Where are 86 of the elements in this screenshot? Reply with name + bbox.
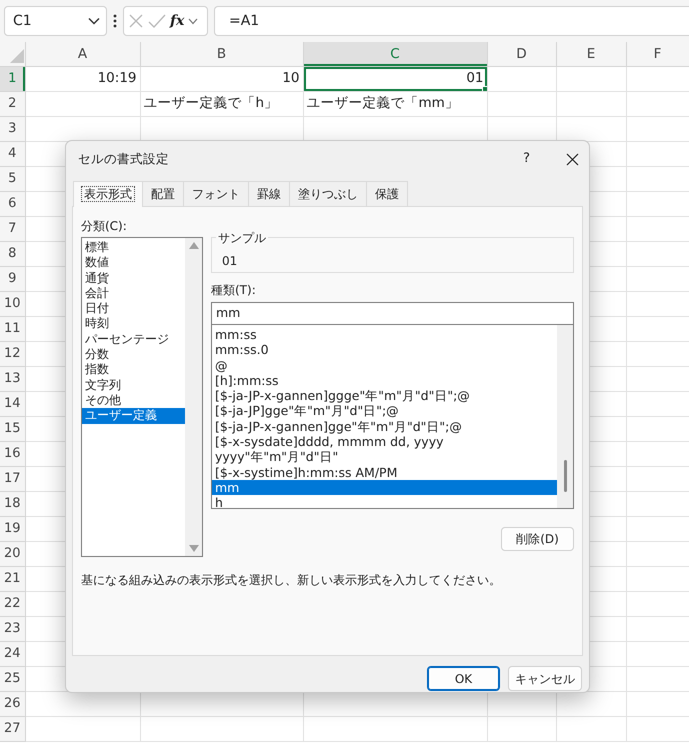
close-icon[interactable] xyxy=(566,152,579,166)
format-item[interactable]: mm:ss xyxy=(212,327,557,342)
scroll-down-icon[interactable] xyxy=(188,545,198,552)
row-header[interactable]: 7 xyxy=(0,216,25,241)
row-header[interactable]: 6 xyxy=(0,191,25,216)
format-item[interactable]: [$-ja-JP-x-gannen]gge"年"m"月"d"日";@ xyxy=(212,418,557,434)
name-box[interactable]: C1 xyxy=(4,6,107,36)
row-header[interactable]: 18 xyxy=(0,491,25,516)
category-item[interactable]: 文字列 xyxy=(82,378,185,393)
column-header[interactable]: D xyxy=(487,42,556,66)
row-header[interactable]: 15 xyxy=(0,416,25,441)
chevron-down-icon[interactable] xyxy=(88,17,100,25)
row-header[interactable]: 14 xyxy=(0,391,25,416)
row-header[interactable]: 12 xyxy=(0,341,25,366)
row-header[interactable]: 16 xyxy=(0,441,25,466)
active-cell[interactable]: 01 xyxy=(303,66,487,91)
checkmark-icon[interactable] xyxy=(148,13,166,29)
column-header[interactable]: A xyxy=(25,42,140,66)
column-header[interactable]: E xyxy=(556,42,626,66)
category-item[interactable]: 日付 xyxy=(82,301,185,316)
type-label: 種類(T): xyxy=(211,282,257,299)
scroll-up-icon[interactable] xyxy=(188,242,198,249)
formula-field[interactable]: =A1 xyxy=(214,6,689,36)
format-item[interactable]: mm xyxy=(212,480,557,496)
sample-value: 01 xyxy=(222,254,238,268)
category-item[interactable]: パーセンテージ xyxy=(82,332,185,348)
column-header[interactable]: C xyxy=(303,42,487,66)
insert-function-button[interactable]: fx xyxy=(170,10,184,32)
category-item[interactable]: ユーザー定義 xyxy=(82,408,185,424)
format-item[interactable]: [$-ja-JP-x-gannen]ggge"年"m"月"d"日";@ xyxy=(212,388,557,404)
category-label: 分類(C): xyxy=(81,218,128,235)
category-item[interactable]: 時刻 xyxy=(82,316,185,332)
row-header[interactable]: 17 xyxy=(0,466,25,491)
row-header[interactable]: 25 xyxy=(0,666,25,691)
category-item[interactable]: 会計 xyxy=(82,286,185,302)
format-item[interactable]: yyyy"年"m"月"d"日" xyxy=(212,449,557,465)
row-header[interactable]: 3 xyxy=(0,116,25,141)
row-header[interactable]: 10 xyxy=(0,291,25,316)
format-item[interactable]: @ xyxy=(212,358,557,373)
description-text: 基になる組み込みの表示形式を選択し、新しい表示形式を入力してください。 xyxy=(81,572,502,589)
row-header[interactable]: 19 xyxy=(0,516,25,541)
format-item[interactable]: h xyxy=(212,495,557,508)
help-button[interactable]: ? xyxy=(523,149,530,169)
column-header[interactable]: B xyxy=(140,42,303,66)
ok-button[interactable]: OK xyxy=(427,666,500,691)
format-item[interactable]: [h]:mm:ss xyxy=(212,372,557,388)
row-header[interactable]: 26 xyxy=(0,691,25,716)
category-item[interactable]: 通貨 xyxy=(82,270,185,286)
format-item[interactable]: [$-x-systime]h:mm:ss AM/PM xyxy=(212,464,557,480)
row-header[interactable]: 9 xyxy=(0,266,25,291)
row-header[interactable]: 22 xyxy=(0,591,25,616)
grid-cell[interactable]: ユーザー定義で「h」 xyxy=(140,91,303,116)
row-header[interactable]: 5 xyxy=(0,166,25,191)
category-item[interactable]: 指数 xyxy=(82,362,185,378)
grid-cell[interactable]: 10 xyxy=(140,66,303,91)
scrollbar-thumb[interactable] xyxy=(564,460,566,492)
row-header[interactable]: 21 xyxy=(0,566,25,591)
cancel-icon[interactable] xyxy=(128,13,144,29)
row-header[interactable]: 27 xyxy=(0,716,25,741)
format-item[interactable]: [$-x-sysdate]dddd, mmmm dd, yyyy xyxy=(212,434,557,450)
row-header[interactable]: 13 xyxy=(0,366,25,391)
row-header[interactable]: 24 xyxy=(0,641,25,666)
row-header[interactable]: 8 xyxy=(0,241,25,266)
delete-button[interactable]: 削除(D) xyxy=(501,527,574,551)
format-item[interactable]: mm:ss.0 xyxy=(212,342,557,358)
row-header[interactable]: 23 xyxy=(0,616,25,641)
column-header[interactable]: F xyxy=(626,42,689,66)
tab[interactable]: 保護 xyxy=(366,181,408,206)
grid-cell[interactable]: ユーザー定義で「mm」 xyxy=(303,91,487,116)
row-header[interactable]: 4 xyxy=(0,141,25,166)
category-item[interactable]: その他 xyxy=(82,392,185,408)
category-item[interactable]: 数値 xyxy=(82,255,185,271)
row-header[interactable]: 2 xyxy=(0,91,25,116)
sample-label: サンプル xyxy=(216,229,268,247)
row-header[interactable]: 11 xyxy=(0,316,25,341)
grid-cell[interactable]: 10:19 xyxy=(25,66,140,91)
tab[interactable]: 表示形式 xyxy=(73,181,143,207)
type-field[interactable]: mm xyxy=(211,302,574,325)
cancel-button[interactable]: キャンセル xyxy=(508,666,582,691)
more-options-icon[interactable] xyxy=(113,14,117,28)
dialog-title: セルの書式設定 xyxy=(78,150,170,168)
row-header[interactable]: 1 xyxy=(0,66,25,91)
category-item[interactable]: 標準 xyxy=(82,240,185,256)
category-item[interactable]: 分数 xyxy=(82,347,185,362)
row-header[interactable]: 20 xyxy=(0,541,25,566)
format-item[interactable]: [$-ja-JP]gge"年"m"月"d"日";@ xyxy=(212,403,557,419)
